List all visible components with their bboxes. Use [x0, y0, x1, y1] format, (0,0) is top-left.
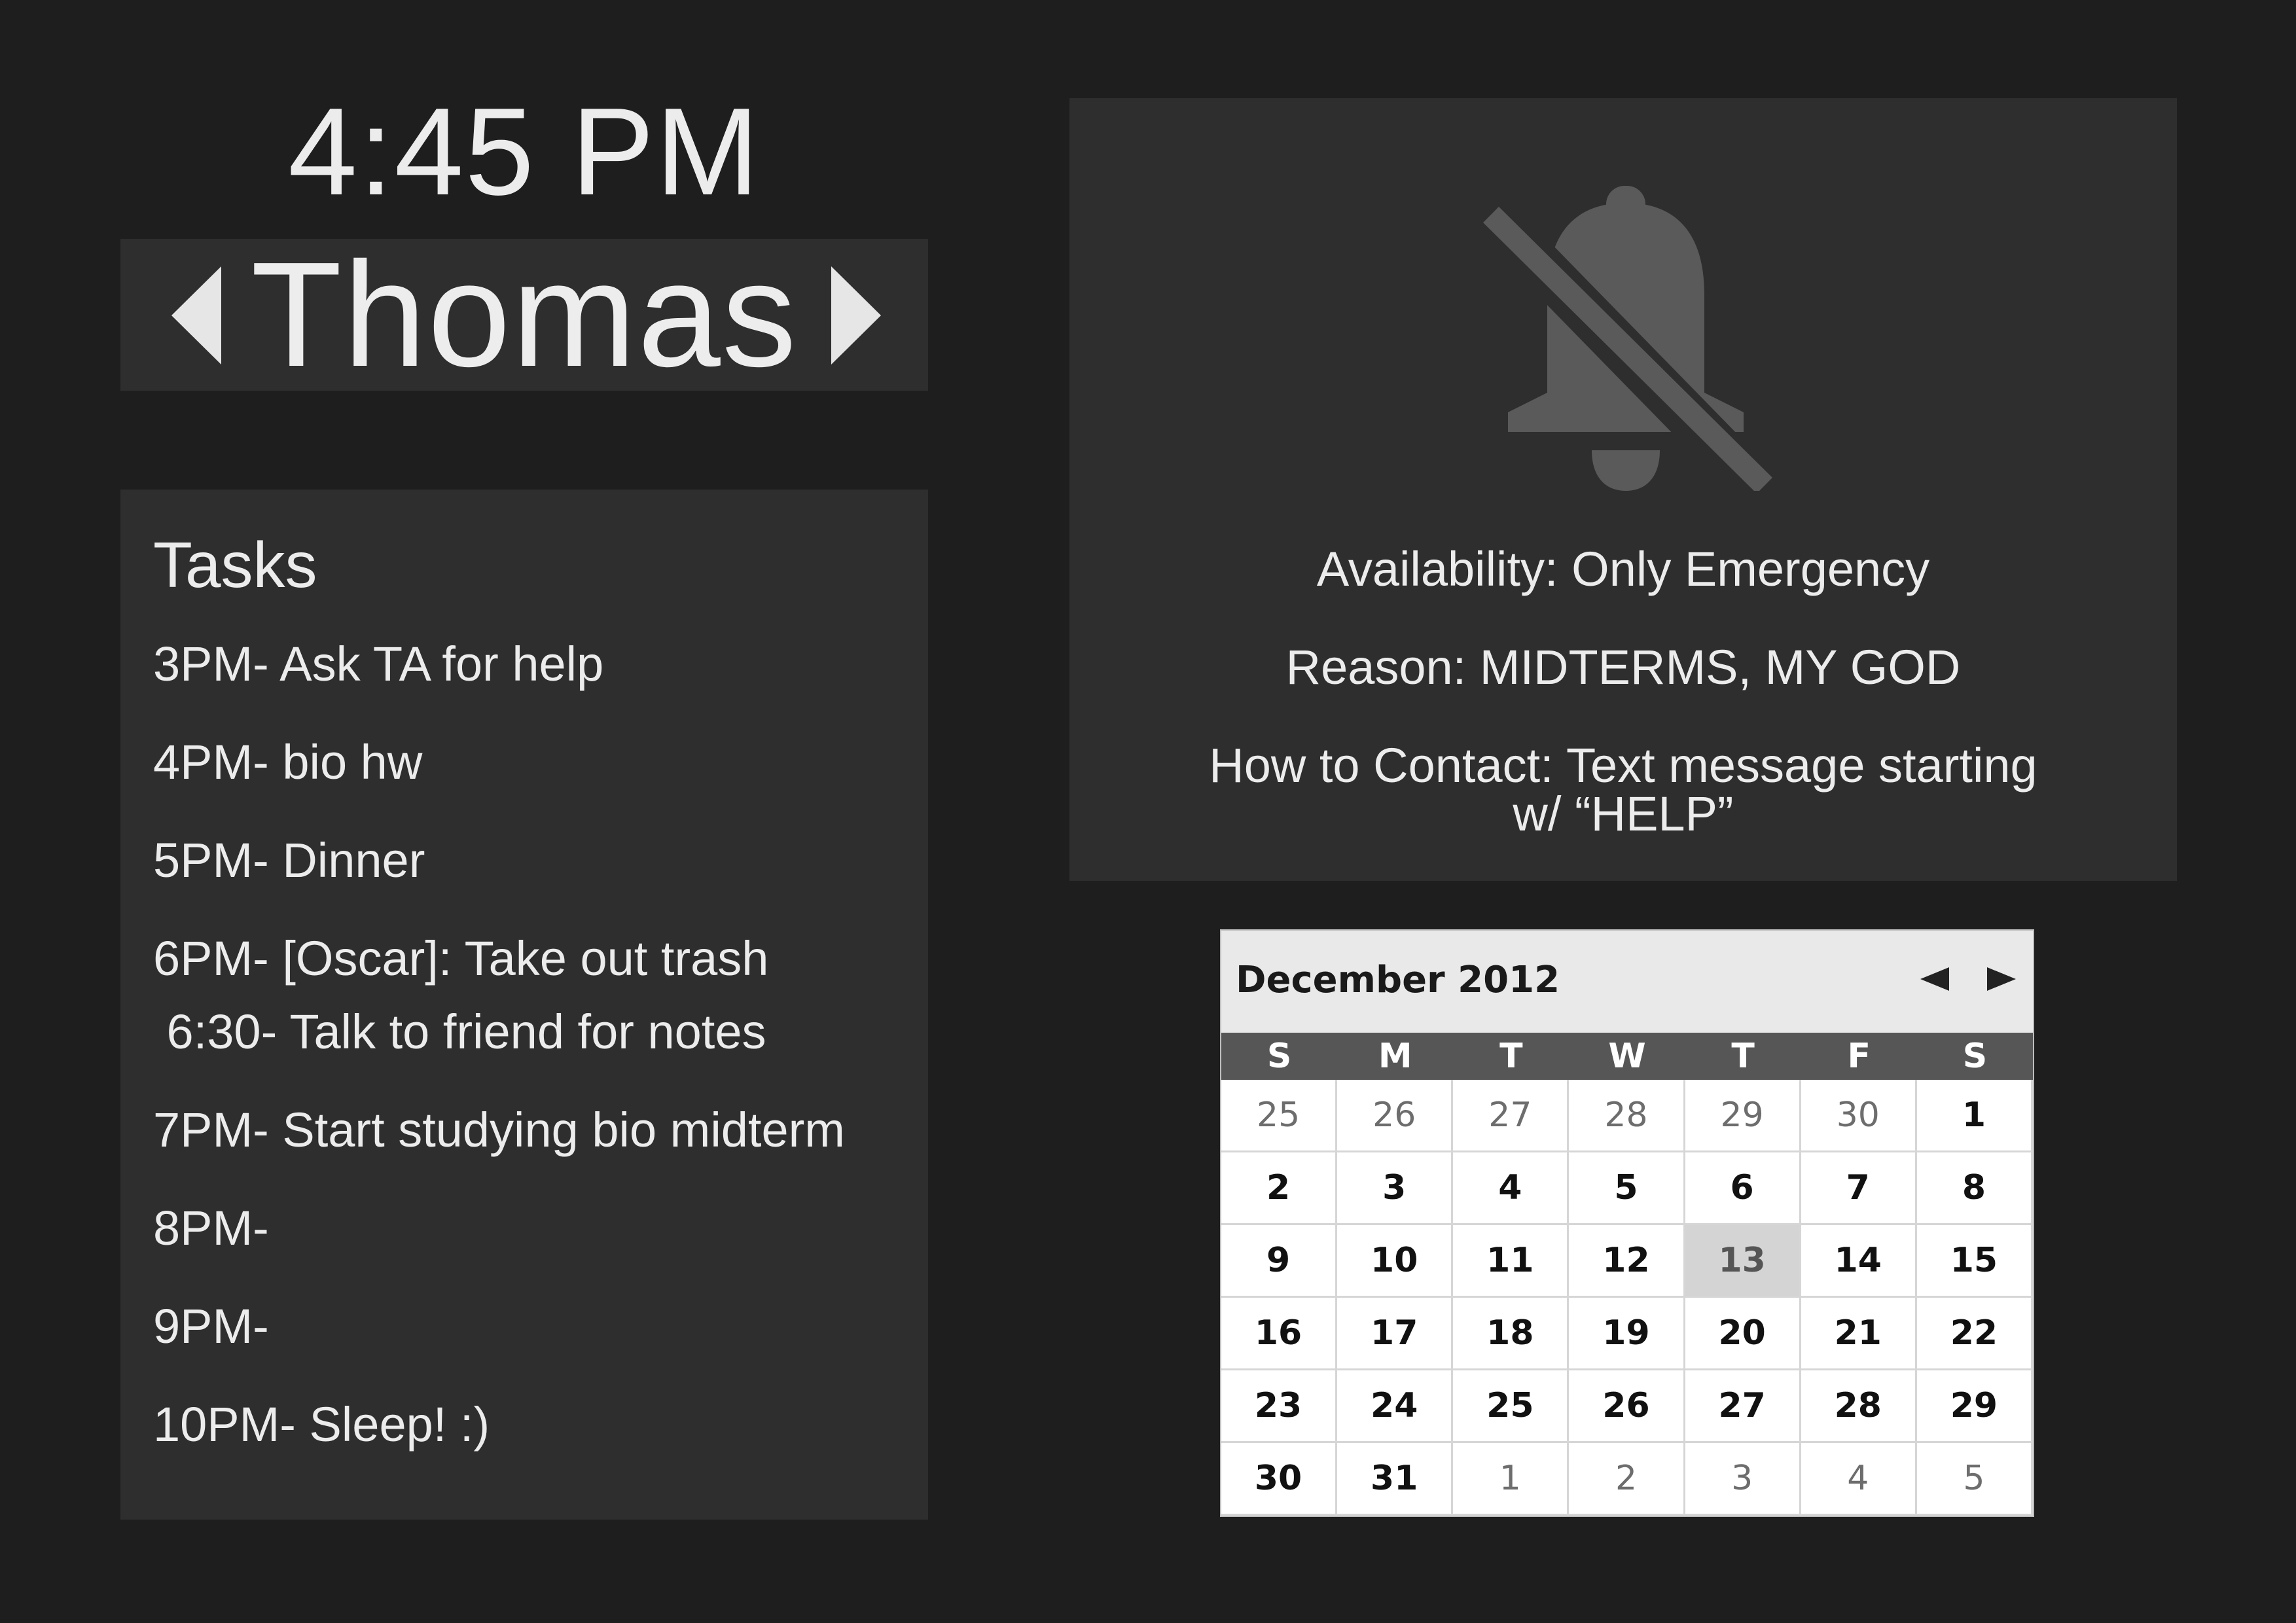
task-item[interactable]: 3PM- Ask TA for help: [153, 635, 603, 694]
task-item[interactable]: 5PM- Dinner: [153, 831, 425, 890]
calendar-day-cell[interactable]: 11: [1453, 1225, 1570, 1298]
calendar-day-cell[interactable]: 2: [1569, 1443, 1685, 1516]
calendar-day-cell[interactable]: 16: [1221, 1298, 1338, 1370]
bell-off-icon: [1469, 137, 1783, 511]
calendar-day-cell[interactable]: 30: [1801, 1080, 1917, 1152]
calendar-weekday-label: S: [1266, 1037, 1292, 1076]
task-item[interactable]: 9PM-: [153, 1297, 269, 1356]
calendar-day-cell[interactable]: 8: [1916, 1152, 2033, 1225]
calendar-weekday-label: T: [1731, 1037, 1755, 1076]
task-item[interactable]: 4PM- bio hw: [153, 733, 422, 792]
calendar-day-cell[interactable]: 1: [1916, 1080, 2033, 1152]
calendar-prev-month-button[interactable]: [1915, 959, 1954, 999]
calendar-day-cell[interactable]: 1: [1453, 1443, 1570, 1516]
calendar-day-cell[interactable]: 13: [1685, 1225, 1801, 1298]
task-item[interactable]: 8PM-: [153, 1199, 269, 1258]
calendar-month-title: December 2012: [1236, 959, 1560, 1001]
task-item[interactable]: 6:30- Talk to friend for notes: [153, 1003, 766, 1061]
calendar-day-cell[interactable]: 30: [1221, 1443, 1338, 1516]
task-item[interactable]: 7PM- Start studying bio midterm: [153, 1101, 845, 1160]
calendar-day-cell[interactable]: 25: [1221, 1080, 1338, 1152]
calendar-weekday-label: M: [1378, 1037, 1412, 1076]
triangle-left-icon: [1920, 967, 1949, 991]
calendar-day-cell[interactable]: 21: [1801, 1298, 1917, 1370]
calendar-weekday-label: F: [1847, 1037, 1871, 1076]
availability-contact-line2: w/ “HELP”: [1513, 787, 1734, 841]
availability-panel: Availability: Only Emergency Reason: MID…: [1069, 98, 2177, 881]
calendar-weekday-label: W: [1608, 1037, 1646, 1076]
calendar-next-month-button[interactable]: [1982, 959, 2021, 999]
availability-reason: Reason: MIDTERMS, MY GOD: [1285, 640, 1961, 694]
calendar-day-cell[interactable]: 10: [1337, 1225, 1454, 1298]
tasks-title: Tasks: [153, 529, 317, 601]
calendar-day-cell[interactable]: 15: [1916, 1225, 2033, 1298]
availability-status: Availability: Only Emergency: [1316, 542, 1930, 596]
calendar-day-cell[interactable]: 29: [1916, 1370, 2033, 1443]
tasks-panel: Tasks 3PM- Ask TA for help 4PM- bio hw 5…: [120, 490, 928, 1520]
calendar-day-cell[interactable]: 2: [1221, 1152, 1338, 1225]
calendar-day-cell[interactable]: 26: [1337, 1080, 1454, 1152]
clock-time: 4:45 PM: [288, 82, 761, 221]
calendar-day-cell[interactable]: 28: [1801, 1370, 1917, 1443]
calendar-day-cell[interactable]: 27: [1685, 1370, 1801, 1443]
calendar-day-cell[interactable]: 22: [1916, 1298, 2033, 1370]
calendar-weekday-label: S: [1962, 1037, 1988, 1076]
calendar-day-cell[interactable]: 24: [1337, 1370, 1454, 1443]
calendar-day-cell[interactable]: 14: [1801, 1225, 1917, 1298]
calendar-day-cell[interactable]: 5: [1569, 1152, 1685, 1225]
task-item[interactable]: 6PM- [Oscar]: Take out trash: [153, 929, 768, 988]
calendar-day-cell[interactable]: 3: [1337, 1152, 1454, 1225]
calendar-day-cell[interactable]: 9: [1221, 1225, 1338, 1298]
calendar-day-cell[interactable]: 4: [1453, 1152, 1570, 1225]
calendar-day-cell[interactable]: 12: [1569, 1225, 1685, 1298]
calendar-day-cell[interactable]: 18: [1453, 1298, 1570, 1370]
availability-contact-line1: How to Contact: Text message starting: [1209, 738, 2037, 793]
calendar-day-cell[interactable]: 27: [1453, 1080, 1570, 1152]
calendar-day-cell[interactable]: 19: [1569, 1298, 1685, 1370]
calendar-weekday-row: SMTWTFS: [1221, 1033, 2033, 1080]
calendar-day-cell[interactable]: 25: [1453, 1370, 1570, 1443]
user-switcher: Thomas: [120, 239, 928, 391]
calendar-header: December 2012: [1221, 931, 2033, 1033]
calendar-day-cell[interactable]: 4: [1801, 1443, 1917, 1516]
task-item[interactable]: 10PM- Sleep! :): [153, 1395, 490, 1454]
calendar-weekday-label: T: [1499, 1037, 1523, 1076]
calendar-day-cell[interactable]: 23: [1221, 1370, 1338, 1443]
calendar-day-cell[interactable]: 3: [1685, 1443, 1801, 1516]
calendar-day-cell[interactable]: 6: [1685, 1152, 1801, 1225]
calendar-day-cell[interactable]: 29: [1685, 1080, 1801, 1152]
calendar-day-cell[interactable]: 20: [1685, 1298, 1801, 1370]
calendar-day-cell[interactable]: 17: [1337, 1298, 1454, 1370]
calendar: December 2012 SMTWTFS 25 26 27 28 29 30 1 2 3 4 5 6…: [1220, 929, 2034, 1517]
next-user-button[interactable]: [804, 239, 908, 391]
calendar-day-cell[interactable]: 7: [1801, 1152, 1917, 1225]
caret-right-icon: [831, 266, 881, 365]
calendar-day-cell[interactable]: 26: [1569, 1370, 1685, 1443]
calendar-day-cell[interactable]: 28: [1569, 1080, 1685, 1152]
calendar-day-cell[interactable]: 31: [1337, 1443, 1454, 1516]
calendar-day-grid: 25 26 27 28 29 30 1 2 3 4 5 6 7 8 9 10 11 12 13 14 15 16 17 18 1…: [1221, 1080, 2033, 1516]
calendar-day-cell[interactable]: 5: [1916, 1443, 2033, 1516]
triangle-right-icon: [1987, 967, 2016, 991]
